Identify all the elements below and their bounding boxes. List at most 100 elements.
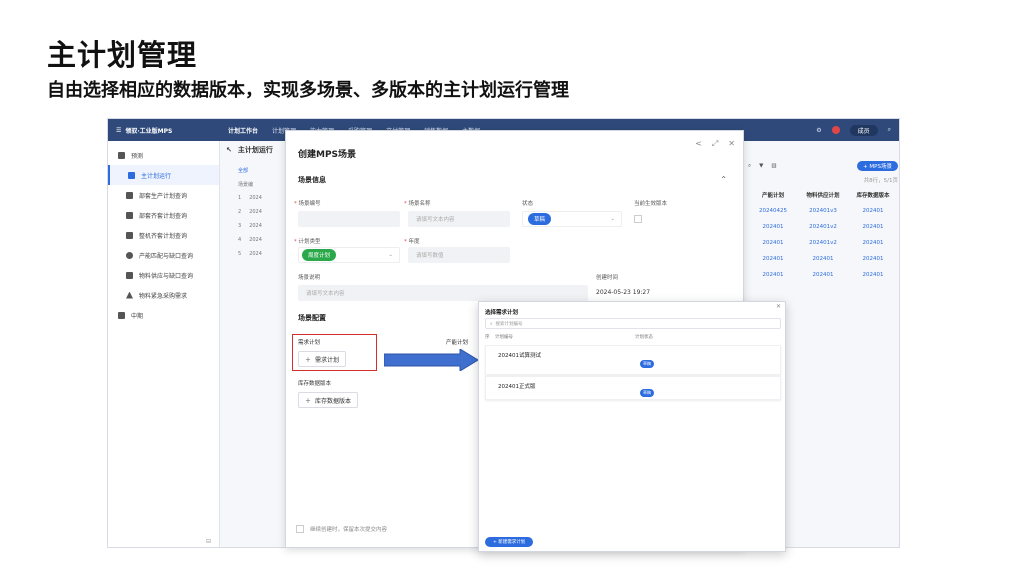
status-badge: 草稿 [528,213,552,225]
add-inventory-version-button[interactable]: ＋库存数据版本 [298,392,359,408]
sidebar-item-material-gap[interactable]: 物料供应与缺口查询 [108,265,219,285]
description-field[interactable]: 请填写文本内容 [298,285,588,301]
filter-icon[interactable]: ▼ [759,163,763,169]
sidebar-item-label: 物料紧急采购需求 [139,292,188,300]
chevron-down-icon: ⌄ [388,252,393,258]
machine-icon [126,231,133,239]
column-header: 产能计划 [761,193,784,199]
year-field[interactable]: 请填写数值 [408,247,510,263]
chevron-up-icon[interactable]: ⌃ [720,175,727,184]
grid-icon [126,211,133,219]
cell-link[interactable]: 202401 [748,240,798,246]
table-row[interactable]: 20240425 202401v3 202401 [748,203,898,219]
inventory-version-label: 库存数据版本 [298,381,332,387]
arrow-right-icon [384,349,478,371]
share-icon[interactable]: < [695,139,702,149]
cell-link[interactable]: 202401 [748,256,798,262]
table-row[interactable]: 2 2024 [226,205,288,219]
table-row[interactable]: 202401 202401 202401 [748,267,898,283]
list-item[interactable]: 202401正式版 草稿 [485,376,781,400]
keep-content-checkbox[interactable] [296,525,304,533]
menu-icon[interactable]: ☰ [116,127,121,134]
row-code: 2024 [249,237,262,243]
cell-link[interactable]: 202401 [798,272,848,278]
nav-item[interactable]: 计划工作台 [228,126,258,135]
cell-link[interactable]: 202401 [748,224,798,230]
cell-link[interactable]: 202401 [848,240,898,246]
sidebar-item-urgent-purchase[interactable]: 物料紧急采购需求 [108,285,219,305]
table-row[interactable]: 3 2024 [226,219,288,233]
status-label: 状态 [522,201,534,207]
table-toolbar: ⌕ ▼ ▥ + MPS场景 [748,159,898,173]
expand-icon[interactable]: ⤢ [712,139,718,149]
tab-mps-run[interactable]: 主计划运行 [238,145,273,155]
scenario-code-field[interactable] [298,211,400,227]
add-mps-scenario-button[interactable]: + MPS场景 [857,161,898,171]
settings-icon[interactable]: ⚙ [816,127,821,134]
description-label: 场景说明 [298,275,321,281]
keep-content-option[interactable]: 继续创建时，保留本次提交内容 [296,525,387,533]
slide-subtitle: 自由选择相应的数据版本，实现多场景、多版本的主计划运行管理 [47,80,569,101]
cell-link[interactable]: 20240425 [748,208,798,214]
cell-link[interactable]: 202401 [748,272,798,278]
sidebar-item-forecast[interactable]: 预测 [108,145,219,165]
app-logo[interactable]: ☰ 领驭·工业版MPS [108,126,220,135]
chevron-down-icon: ⌄ [610,216,615,222]
sidebar-item-label: 主计划运行 [141,172,172,180]
table-row[interactable]: 202401 202401v2 202401 [748,219,898,235]
year-label: * 年度 [404,239,420,245]
dialog-title: 创建MPS场景 [298,150,357,160]
sidebar-item-machine-kit[interactable]: 整机齐套计划查询 [108,225,219,245]
created-time-label: 创建时间 [596,275,619,281]
gauge-icon [126,251,133,259]
table-row[interactable]: 5 2024 [226,247,288,261]
cell-link[interactable]: 202401v3 [798,208,848,214]
cell-link[interactable]: 202401 [848,208,898,214]
sidebar-item-label: 产能匹配与缺口查询 [139,252,194,260]
popup-table-header: 序 计划编号 计划状态 [485,332,781,342]
sidebar-item-mps-run[interactable]: 主计划运行 [108,165,219,185]
sidebar-item-component-plan[interactable]: 部套生产计划查询 [108,185,219,205]
scenario-name-field[interactable]: 请填写文本内容 [408,211,510,227]
search-icon: ⌕ [490,321,493,327]
cell-link[interactable]: 202401v2 [798,224,848,230]
table-row[interactable]: 202401 202401v2 202401 [748,235,898,251]
list-filter[interactable]: 全部 [226,163,288,177]
sidebar-item-capacity-gap[interactable]: 产能匹配与缺口查询 [108,245,219,265]
sidebar-item-label: 部套齐套计划查询 [139,212,188,220]
user-menu[interactable]: 成员 [849,124,878,136]
plan-type-label: * 计划类型 [294,239,321,245]
cell-link[interactable]: 202401 [848,272,898,278]
effective-version-checkbox[interactable] [634,215,642,223]
list-header: 场景编 [226,177,288,191]
search-icon[interactable]: ⌕ [888,126,891,134]
table-row[interactable]: 1 2024 [226,191,288,205]
plan-name: 202401试算测试 [498,353,541,359]
effective-version-label: 当前生效版本 [634,201,668,207]
chart-icon[interactable]: ▥ [771,163,776,169]
close-icon[interactable]: ✕ [728,139,735,149]
collapse-sidebar-icon[interactable]: ⊟ [206,538,211,545]
plus-icon: ＋ [305,397,312,405]
close-icon[interactable]: ✕ [776,303,781,310]
folder-icon [118,151,125,159]
new-demand-plan-button[interactable]: + 新建需求计划 [485,537,534,547]
search-icon[interactable]: ⌕ [748,163,751,170]
hourglass-icon [126,271,133,279]
cell-link[interactable]: 202401 [798,256,848,262]
table-row[interactable]: 4 2024 [226,233,288,247]
cell-link[interactable]: 202401 [848,224,898,230]
list-item[interactable]: 202401试算测试 草稿 [485,345,781,375]
name-label: * 场景名称 [404,201,431,207]
sidebar-item-mid-term[interactable]: 中期 [108,305,219,325]
back-icon[interactable]: ↖ [226,146,232,154]
row-code: 2024 [249,209,262,215]
notification-icon[interactable] [831,126,840,134]
cell-link[interactable]: 202401 [848,256,898,262]
table-row[interactable]: 202401 202401 202401 [748,251,898,267]
cell-link[interactable]: 202401v2 [798,240,848,246]
column-header: 序 [485,335,490,340]
sidebar-item-component-kit[interactable]: 部套齐套计划查询 [108,205,219,225]
row-index: 2 [238,209,242,215]
popup-search-input[interactable]: ⌕ 搜索计划编号 [485,318,781,329]
